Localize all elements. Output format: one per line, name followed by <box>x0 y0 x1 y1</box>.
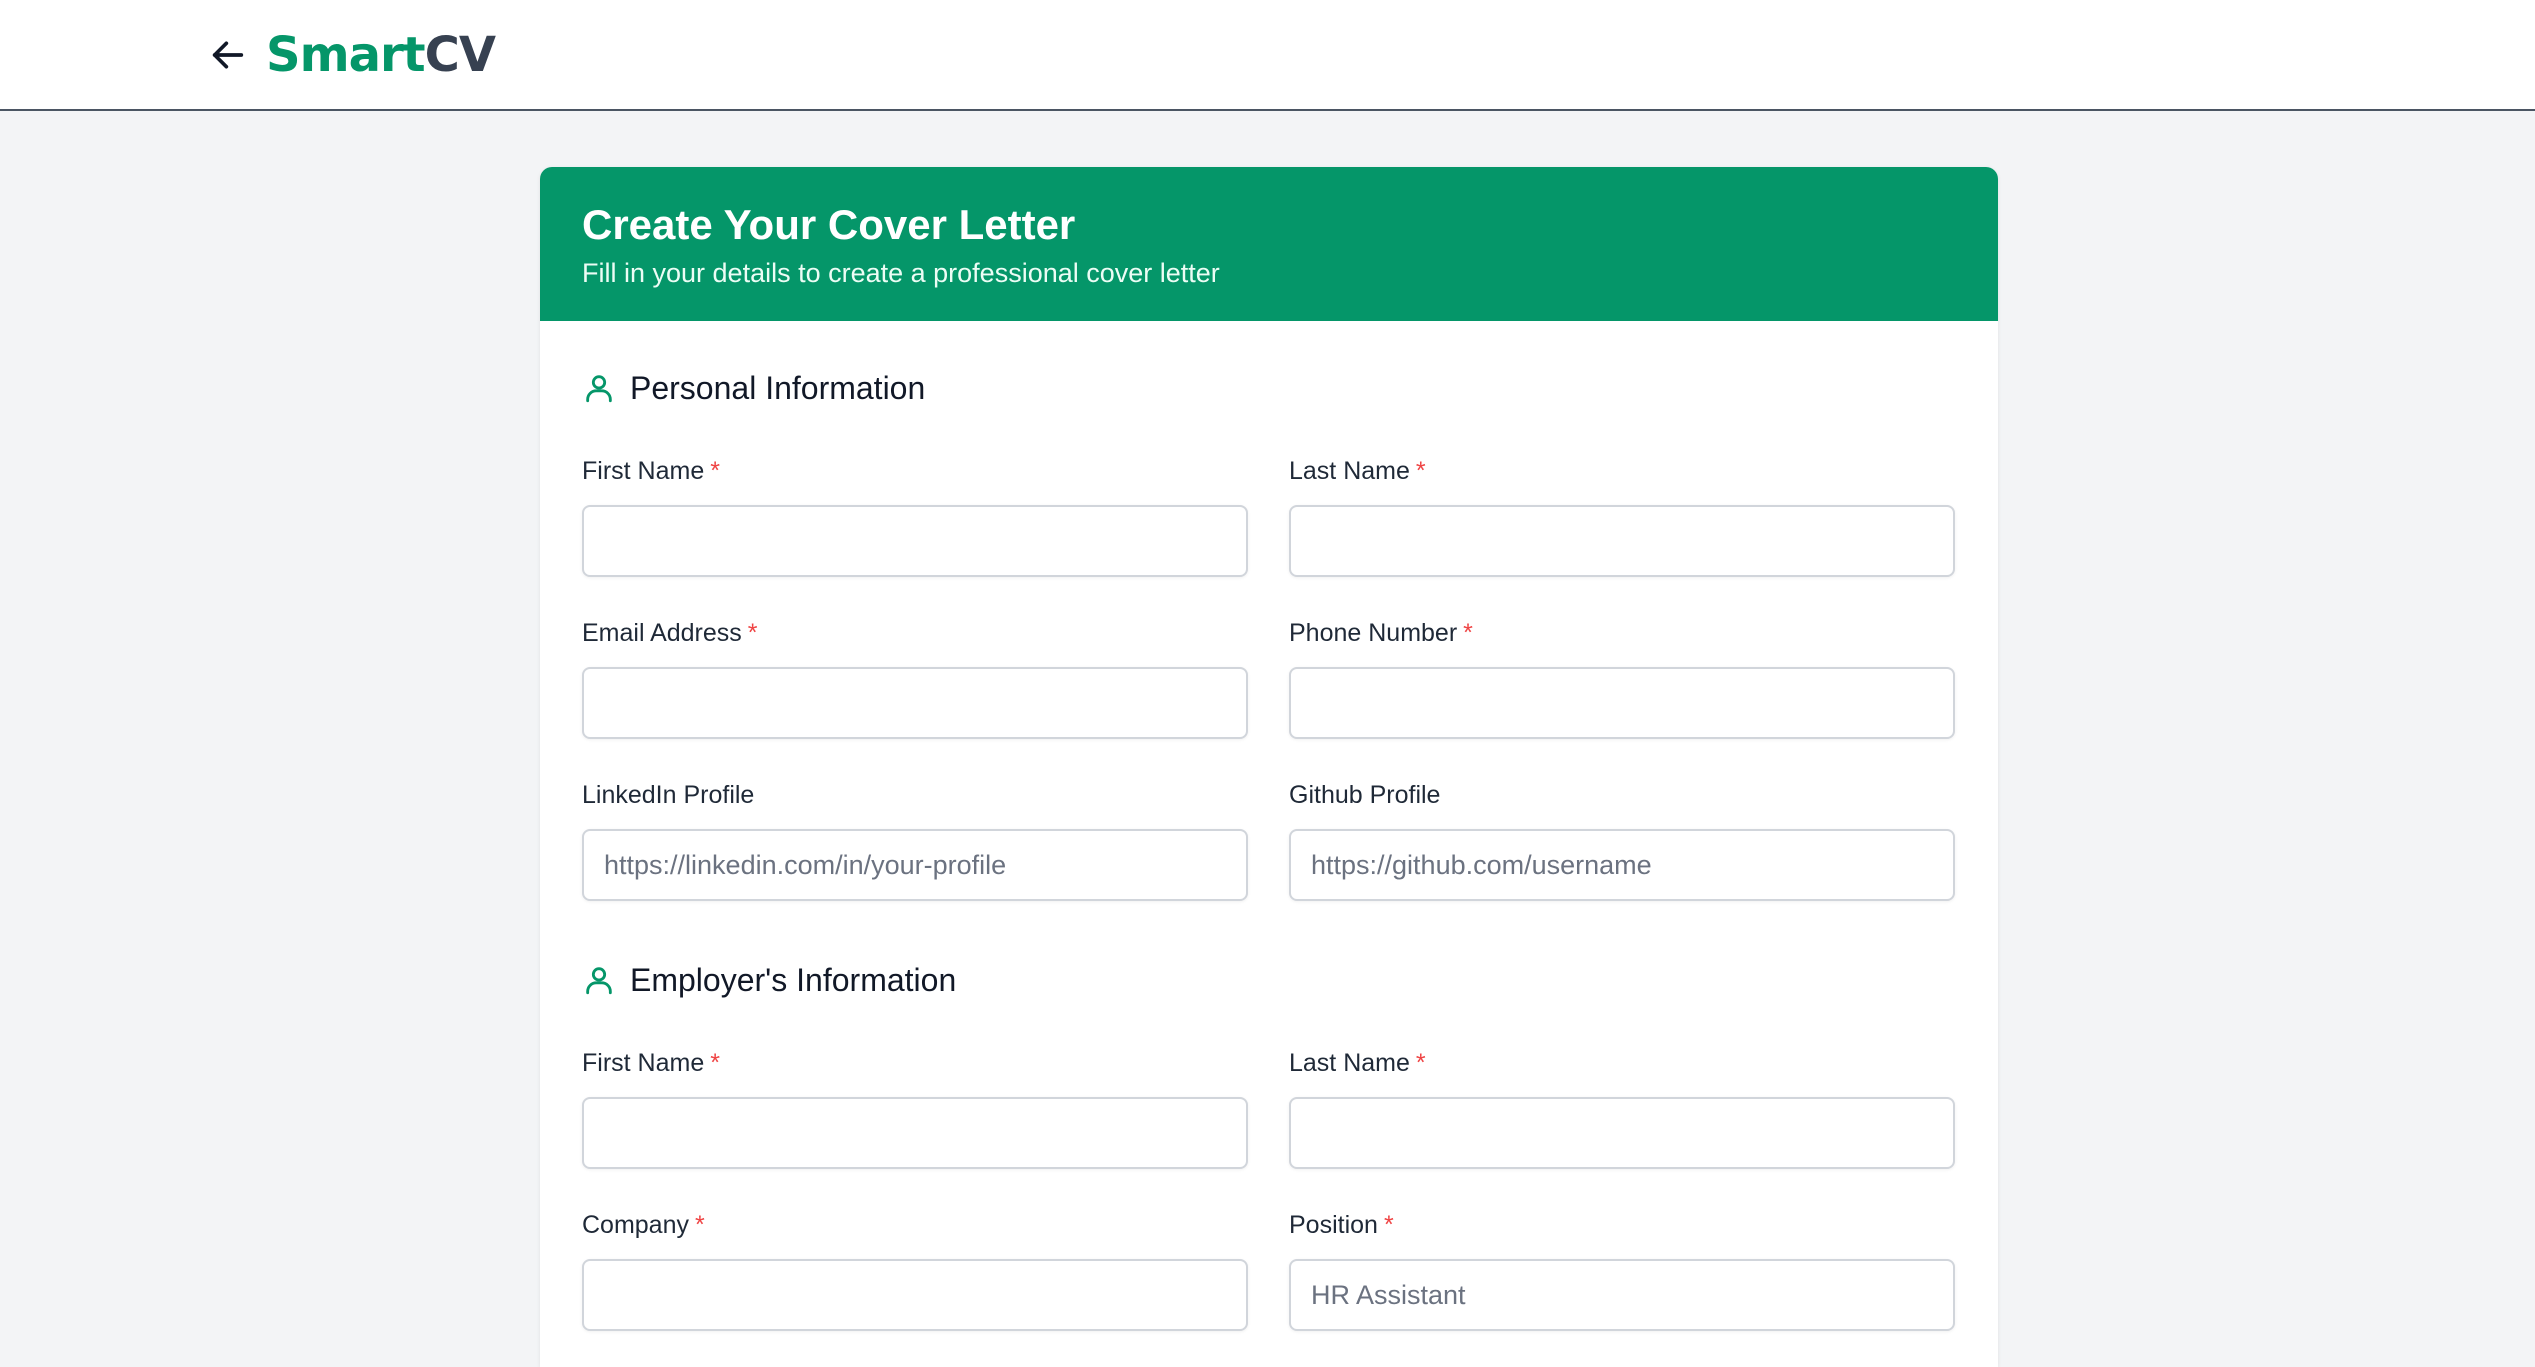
github-input[interactable] <box>1289 829 1955 901</box>
employer-first-name-input[interactable] <box>582 1097 1248 1169</box>
company-field: Company * <box>582 1208 1248 1331</box>
employer-info-section-header: Employer's Information <box>582 955 956 1005</box>
label-text: LinkedIn Profile <box>582 781 755 809</box>
field-label: Company * <box>582 1208 1248 1242</box>
personal-last-name-field: Last Name * <box>1289 454 1955 577</box>
email-field: Email Address * <box>582 616 1248 739</box>
position-input[interactable] <box>1289 1259 1955 1331</box>
section-title: Personal Information <box>630 370 926 406</box>
form-header: Create Your Cover Letter Fill in your de… <box>540 167 1998 321</box>
required-marker: * <box>1415 1049 1426 1077</box>
user-icon <box>582 371 616 405</box>
label-text: Last Name <box>1289 457 1410 485</box>
label-text: Email Address <box>582 619 742 647</box>
brand-name-part2: CV <box>424 27 496 83</box>
required-marker: * <box>710 457 720 485</box>
email-input[interactable] <box>582 667 1248 739</box>
personal-info-section-header: Personal Information <box>582 363 925 413</box>
section-title: Employer's Information <box>630 962 957 998</box>
personal-first-name-input[interactable] <box>582 505 1248 577</box>
brand-logo[interactable]: SmartCV <box>266 24 496 86</box>
personal-first-name-field: First Name * <box>582 454 1248 577</box>
arrow-left-icon <box>208 35 248 75</box>
field-label: Github Profile <box>1289 778 1955 812</box>
required-marker: * <box>1383 1211 1394 1239</box>
label-text: Company <box>582 1211 689 1239</box>
page-subtitle: Fill in your details to create a profess… <box>582 258 1220 288</box>
required-marker: * <box>747 619 758 647</box>
field-label: First Name * <box>582 1046 1248 1080</box>
employer-first-name-field: First Name * <box>582 1046 1248 1169</box>
field-label: Last Name * <box>1289 1046 1955 1080</box>
page-title: Create Your Cover Letter <box>582 201 1076 248</box>
field-label: Last Name * <box>1289 454 1955 488</box>
required-marker: * <box>695 1211 705 1239</box>
back-button[interactable] <box>203 30 253 80</box>
label-text: Last Name <box>1289 1049 1410 1077</box>
github-field: Github Profile <box>1289 778 1955 901</box>
field-label: LinkedIn Profile <box>582 778 1248 812</box>
field-label: First Name * <box>582 454 1248 488</box>
employer-last-name-input[interactable] <box>1289 1097 1955 1169</box>
field-label: Email Address * <box>582 616 1248 650</box>
required-marker: * <box>1415 457 1426 485</box>
field-label: Phone Number * <box>1289 616 1955 650</box>
required-marker: * <box>1463 619 1473 647</box>
personal-last-name-input[interactable] <box>1289 505 1955 577</box>
label-text: Phone Number <box>1289 619 1458 647</box>
employer-last-name-field: Last Name * <box>1289 1046 1955 1169</box>
label-text: Github Profile <box>1289 781 1441 809</box>
top-navbar: SmartCV <box>0 0 2535 111</box>
linkedin-input[interactable] <box>582 829 1248 901</box>
phone-input[interactable] <box>1289 667 1955 739</box>
cover-letter-form-card: Create Your Cover Letter Fill in your de… <box>540 167 1998 1367</box>
company-input[interactable] <box>582 1259 1248 1331</box>
label-text: Position <box>1289 1211 1378 1239</box>
user-icon <box>582 963 616 997</box>
phone-field: Phone Number * <box>1289 616 1955 739</box>
required-marker: * <box>710 1049 720 1077</box>
label-text: First Name <box>582 1049 705 1077</box>
field-label: Position * <box>1289 1208 1955 1242</box>
position-field: Position * <box>1289 1208 1955 1331</box>
label-text: First Name <box>582 457 705 485</box>
linkedin-field: LinkedIn Profile <box>582 778 1248 901</box>
brand-name-part1: Smart <box>266 27 426 83</box>
